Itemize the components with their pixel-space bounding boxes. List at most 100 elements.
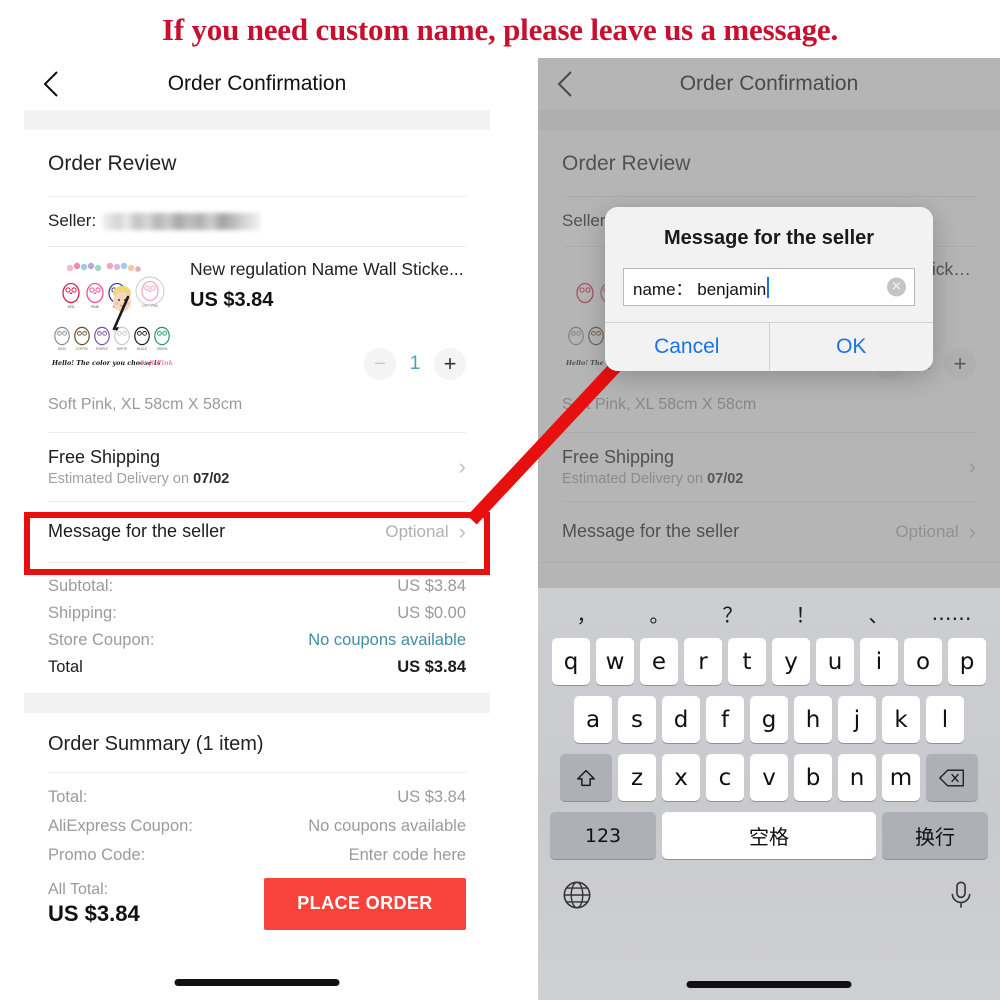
key-l[interactable]: l — [926, 696, 964, 743]
globe-icon — [563, 881, 591, 909]
svg-text:PINK: PINK — [91, 305, 100, 309]
quantity-value: 1 — [409, 352, 421, 374]
key-u[interactable]: u — [816, 638, 854, 685]
price-key: Shipping: — [48, 603, 117, 622]
key-y[interactable]: y — [772, 638, 810, 685]
keyboard-row-1: q w e r t y u i o p — [538, 638, 1000, 685]
key-t[interactable]: t — [728, 638, 766, 685]
key-f[interactable]: f — [706, 696, 744, 743]
shift-key[interactable] — [560, 754, 612, 801]
key-z[interactable]: z — [618, 754, 656, 801]
space-key[interactable]: 空格 — [662, 812, 876, 859]
order-summary-heading: Order Summary (1 item) — [48, 732, 264, 755]
key-d[interactable]: d — [662, 696, 700, 743]
product-row[interactable]: RED PINK SOFT PINK GRAY COFFEE PURPLE WH… — [24, 247, 490, 380]
quantity-decrease-button[interactable]: − — [364, 347, 396, 380]
message-for-seller-row[interactable]: Message for the seller Optional › — [24, 502, 490, 562]
shipping-row[interactable]: Free Shipping Estimated Delivery on 07/0… — [24, 433, 490, 501]
seller-row[interactable]: Seller: — [24, 197, 490, 246]
key-a[interactable]: a — [574, 696, 612, 743]
suggestion-key[interactable]: …… — [915, 601, 988, 625]
screenshot-root: If you need custom name, please leave us… — [0, 0, 1000, 1000]
key-e[interactable]: e — [640, 638, 678, 685]
shipping-row[interactable]: Free Shipping Estimated Delivery on 07/0… — [538, 433, 1000, 501]
suggestion-key[interactable]: ， — [550, 599, 623, 628]
key-b[interactable]: b — [794, 754, 832, 801]
key-x[interactable]: x — [662, 754, 700, 801]
key-o[interactable]: o — [904, 638, 942, 685]
navbar-left: Order Confirmation — [24, 58, 490, 110]
svg-text:RED: RED — [67, 305, 74, 309]
text-caret — [767, 276, 770, 298]
seller-label: Seller: — [562, 211, 611, 230]
aliexpress-coupon-link[interactable]: No coupons available — [308, 817, 466, 836]
return-key[interactable]: 换行 — [882, 812, 988, 859]
key-v[interactable]: v — [750, 754, 788, 801]
chevron-right-icon: › — [458, 453, 466, 479]
summary-value: US $3.84 — [397, 787, 466, 806]
home-indicator — [686, 981, 852, 988]
place-order-button[interactable]: PLACE ORDER — [264, 877, 466, 930]
globe-key[interactable] — [562, 880, 592, 910]
keyboard-bottom-bar — [538, 870, 1000, 910]
message-for-seller-row[interactable]: Message for the seller Optional › — [538, 502, 1000, 562]
seller-label: Seller: — [48, 211, 97, 230]
product-name: New regulation Name Wall Sticke... — [190, 259, 464, 279]
table-row: Shipping: US $0.00 — [48, 600, 466, 627]
key-s[interactable]: s — [618, 696, 656, 743]
key-h[interactable]: h — [794, 696, 832, 743]
back-button[interactable] — [34, 67, 68, 101]
back-button[interactable] — [548, 67, 582, 101]
summary-row[interactable]: AliExpress Coupon: No coupons available — [24, 812, 490, 841]
key-g[interactable]: g — [750, 696, 788, 743]
svg-text:SOFT PINK: SOFT PINK — [142, 304, 160, 308]
price-key: Subtotal: — [48, 576, 114, 595]
summary-key: Total: — [48, 787, 88, 806]
message-row-value: Optional — [895, 521, 959, 541]
total-key: Total — [48, 657, 83, 676]
backspace-key[interactable] — [926, 754, 978, 801]
order-review-card: Order Review Seller: RED PINK SOFT PINK … — [24, 130, 490, 693]
message-input-field[interactable]: name： benjamin ✕ — [623, 268, 915, 306]
quantity-increase-button[interactable]: + — [944, 347, 976, 380]
key-k[interactable]: k — [882, 696, 920, 743]
key-n[interactable]: n — [838, 754, 876, 801]
promo-code-link[interactable]: Enter code here — [349, 846, 466, 865]
key-p[interactable]: p — [948, 638, 986, 685]
summary-row[interactable]: Promo Code: Enter code here — [24, 841, 490, 870]
key-i[interactable]: i — [860, 638, 898, 685]
store-coupon-link[interactable]: No coupons available — [308, 631, 466, 650]
promo-banner-text: If you need custom name, please leave us… — [161, 12, 839, 47]
key-w[interactable]: w — [596, 638, 634, 685]
svg-text:PURPLE: PURPLE — [96, 347, 108, 351]
dialog-cancel-button[interactable]: Cancel — [605, 323, 769, 371]
keyboard-row-3: z x c v b n m — [538, 754, 1000, 801]
svg-text:Soft Pink: Soft Pink — [140, 359, 174, 367]
clear-input-icon[interactable]: ✕ — [887, 277, 906, 297]
key-m[interactable]: m — [882, 754, 920, 801]
right-phone-screen: Order Confirmation Order Review Seller: — [538, 58, 1000, 1000]
key-q[interactable]: q — [552, 638, 590, 685]
quantity-increase-button[interactable]: + — [434, 347, 466, 380]
svg-text:GRAY: GRAY — [58, 347, 66, 351]
dictation-key[interactable] — [946, 880, 976, 910]
numeric-mode-key[interactable]: 123 — [550, 812, 656, 859]
suggestion-key[interactable]: 、 — [842, 599, 915, 628]
suggestion-key[interactable]: ？ — [696, 599, 769, 628]
suggestion-key[interactable]: 。 — [623, 599, 696, 628]
message-for-seller-dialog: Message for the seller name： benjamin ✕ … — [605, 207, 933, 371]
key-r[interactable]: r — [684, 638, 722, 685]
table-row[interactable]: Store Coupon: No coupons available — [48, 627, 466, 654]
backspace-icon — [939, 769, 964, 786]
dialog-ok-button[interactable]: OK — [770, 323, 934, 371]
product-variant: Soft Pink, XL 58cm X 58cm — [562, 395, 757, 413]
product-thumbnail[interactable]: RED PINK SOFT PINK GRAY COFFEE PURPLE WH… — [48, 255, 176, 373]
order-review-heading: Order Review — [562, 152, 691, 175]
key-c[interactable]: c — [706, 754, 744, 801]
quantity-stepper[interactable]: − 1 + — [190, 347, 466, 380]
suggestion-key[interactable]: ！ — [769, 599, 842, 628]
checkout-footer: All Total: US $3.84 PLACE ORDER — [24, 870, 490, 930]
navbar-divider — [538, 110, 1000, 130]
key-j[interactable]: j — [838, 696, 876, 743]
seller-name-blurred — [102, 212, 261, 230]
